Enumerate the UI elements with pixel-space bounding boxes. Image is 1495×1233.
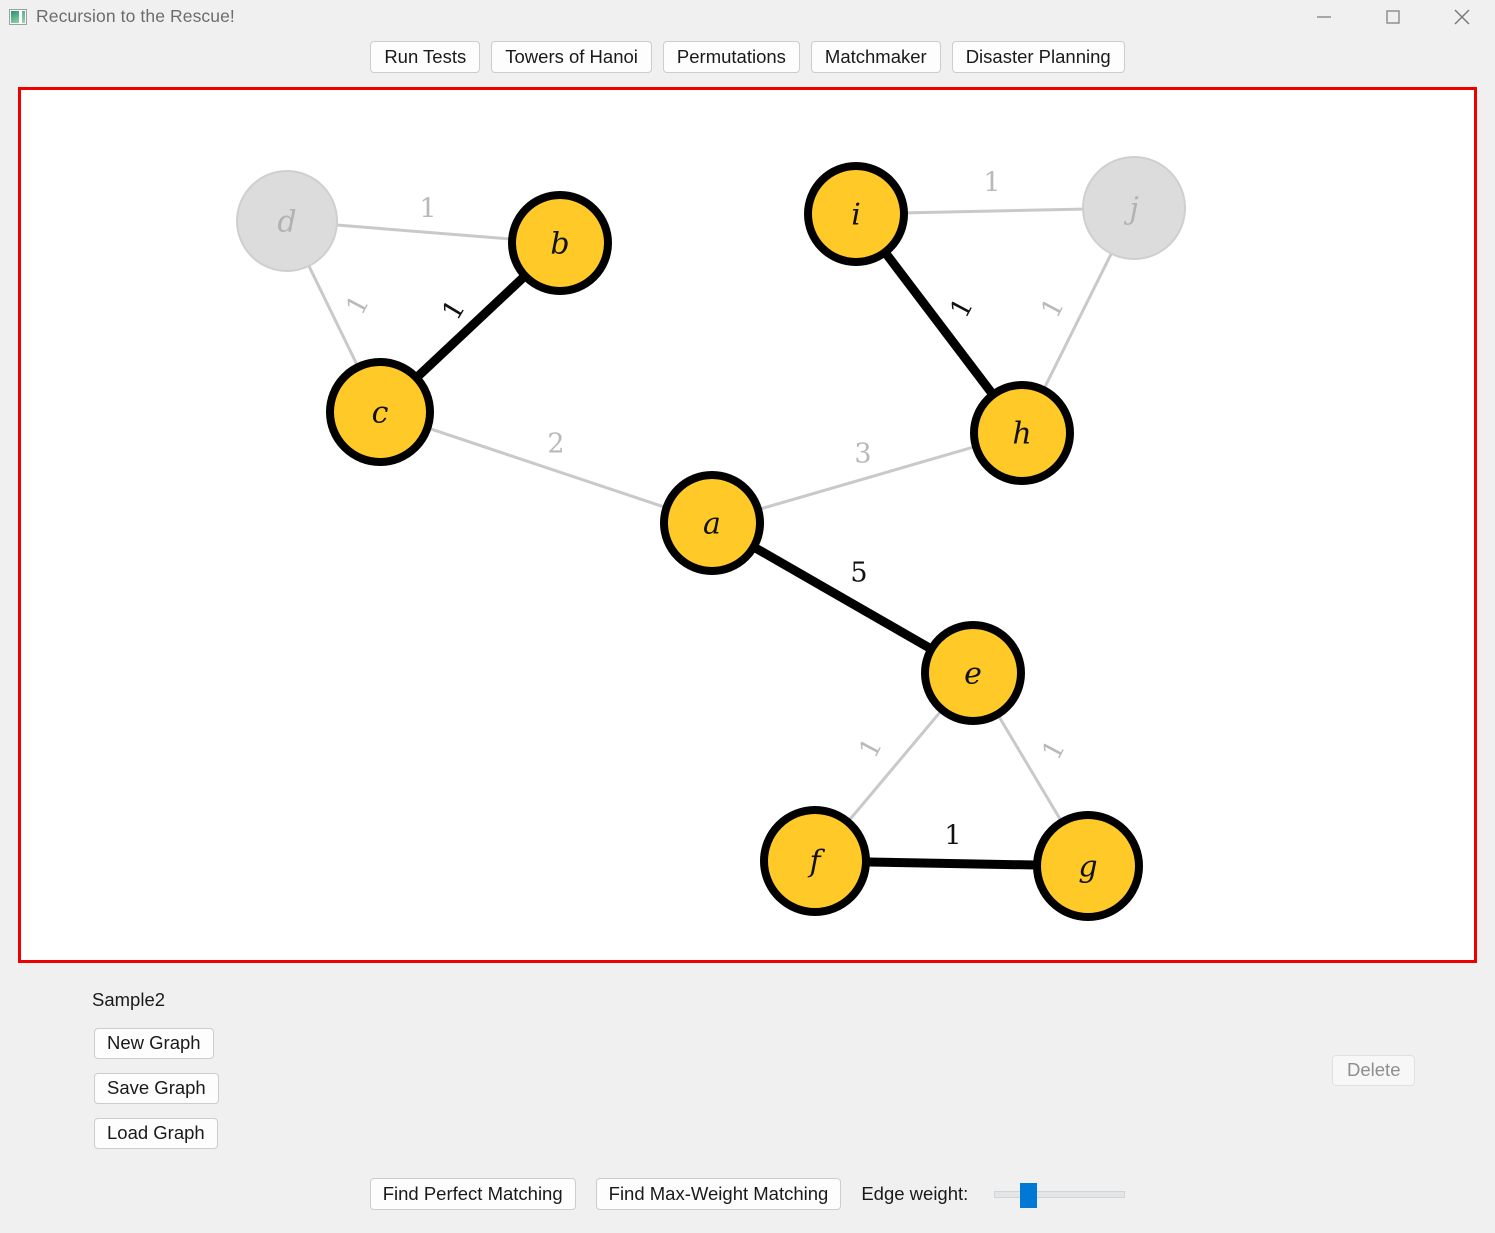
graph-node-label-h: h — [1012, 417, 1031, 452]
load-graph-button[interactable]: Load Graph — [94, 1118, 218, 1149]
graph-node-label-e: e — [964, 657, 982, 692]
find-perfect-matching-button[interactable]: Find Perfect Matching — [369, 1178, 576, 1210]
new-graph-button[interactable]: New Graph — [94, 1028, 214, 1059]
node-layer: dbcai jhef g — [236, 156, 1186, 921]
run-tests-button[interactable]: Run Tests — [370, 41, 481, 73]
permutations-button[interactable]: Permutations — [662, 41, 800, 73]
window-title: Recursion to the Rescue! — [36, 6, 235, 26]
graph-node-label-d: d — [277, 205, 296, 240]
main-toolbar: Run Tests Towers of Hanoi Permutations M… — [0, 41, 1495, 84]
edge-weight-value: 1 — [340, 290, 375, 320]
slider-track[interactable] — [994, 1191, 1126, 1198]
maximize-icon[interactable] — [1369, 0, 1416, 33]
edge-weight-value: 1 — [853, 733, 888, 763]
matching-controls-bar: Find Perfect Matching Find Max-Weight Ma… — [0, 1176, 1495, 1212]
edge-weight-label: Edge weight: — [861, 1183, 969, 1204]
towers-of-hanoi-button[interactable]: Towers of Hanoi — [491, 41, 652, 73]
graph-drawing[interactable]: 11 12 3511 11 11 dbcai jhef g — [21, 90, 1474, 960]
graph-canvas[interactable]: 111235111111 dbcaijhefg — [18, 87, 1477, 963]
find-max-weight-matching-button[interactable]: Find Max-Weight Matching — [595, 1178, 842, 1210]
app-window-icon — [9, 8, 27, 25]
graph-name-label: Sample2 — [92, 989, 166, 1010]
edge-weight-slider[interactable] — [994, 1178, 1126, 1210]
minimize-icon[interactable] — [1300, 0, 1347, 33]
matchmaker-button[interactable]: Matchmaker — [810, 41, 941, 73]
edge-weight-value: 3 — [854, 439, 871, 470]
graph-node-label-b: b — [550, 227, 569, 262]
edge-weight-value: 5 — [850, 558, 867, 589]
delete-button[interactable]: Delete — [1332, 1055, 1416, 1086]
save-graph-button[interactable]: Save Graph — [94, 1073, 219, 1104]
graph-node-label-g: g — [1078, 850, 1097, 885]
title-bar: Recursion to the Rescue! — [0, 0, 1495, 33]
graph-node-label-c: c — [372, 396, 389, 431]
graph-node-label-a: a — [703, 507, 721, 542]
slider-thumb[interactable] — [1020, 1183, 1038, 1208]
edge-weight-value: 2 — [547, 429, 564, 460]
edge-weight-value: 1 — [1035, 293, 1070, 323]
edge-weight-value: 1 — [983, 168, 1000, 199]
disaster-planning-button[interactable]: Disaster Planning — [951, 41, 1125, 73]
graph-node-label-i: i — [851, 198, 861, 233]
close-icon[interactable] — [1438, 0, 1485, 33]
edge-weight-value: 1 — [436, 295, 471, 326]
application-window: Recursion to the Rescue! Run Tests Tower… — [0, 0, 1495, 1233]
edge-weight-value: 1 — [1036, 735, 1071, 765]
edge-weight-value: 1 — [944, 293, 979, 323]
edge-weight-value: 1 — [944, 821, 961, 852]
edge-weight-value: 1 — [419, 194, 436, 225]
